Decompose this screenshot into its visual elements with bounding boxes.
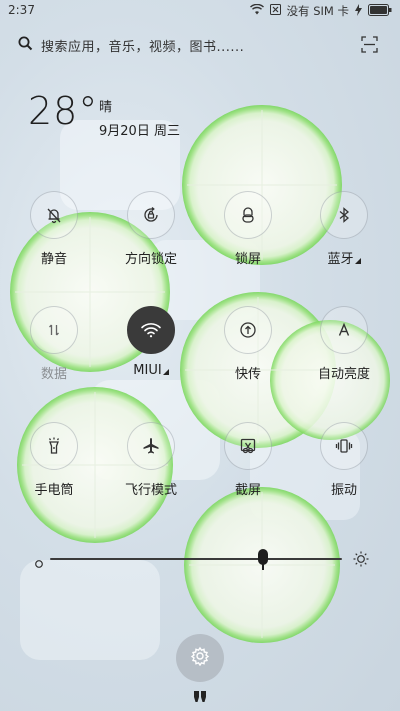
toggle-wifi[interactable]: MIUI (106, 306, 196, 378)
lock-icon (224, 191, 272, 239)
toggle-bluetooth[interactable]: 蓝牙 (299, 191, 389, 267)
toggle-label: 自动亮度 (317, 367, 370, 382)
bell-off-icon (30, 191, 78, 239)
share-upload-icon (224, 306, 272, 354)
gear-icon (190, 646, 210, 670)
weather-condition: 晴 (99, 100, 113, 115)
toggle-label: 截屏 (234, 483, 261, 498)
toggle-label: 静音 (40, 252, 67, 267)
rotation-lock-icon (127, 191, 175, 239)
toggle-label: MIUI (106, 363, 196, 378)
toggle-flashlight[interactable]: 手电筒 (9, 422, 99, 498)
toggle-lock-screen[interactable]: 锁屏 (203, 191, 293, 267)
scan-icon[interactable] (361, 36, 378, 57)
search-icon (18, 36, 33, 55)
wifi-status-icon (249, 3, 264, 18)
auto-brightness-icon (320, 306, 368, 354)
flashlight-icon (30, 422, 78, 470)
weather-date: 9月20日 周三 (99, 124, 180, 139)
expand-corner-icon (162, 369, 169, 375)
status-time: 2:37 (8, 3, 35, 17)
search-bar[interactable]: 搜索应用，音乐，视频，图书...... (18, 34, 382, 56)
toggle-auto-brightness[interactable]: 自动亮度 (299, 306, 389, 382)
brightness-track[interactable] (50, 558, 342, 560)
wifi-icon (127, 306, 175, 354)
toggle-airplane-mode[interactable]: 飞行模式 (106, 422, 196, 498)
airplane-icon (127, 422, 175, 470)
toggle-label: 飞行模式 (124, 483, 177, 498)
brightness-knob-stem (262, 563, 265, 570)
screenshot-scissors-icon (224, 422, 272, 470)
toggle-quick-share[interactable]: 快传 (203, 306, 293, 382)
toggle-mobile-data[interactable]: 数据 (9, 306, 99, 382)
toggle-screenshot[interactable]: 截屏 (203, 422, 293, 498)
toggle-label: 蓝牙 (299, 248, 389, 267)
temperature: 28° (28, 89, 99, 133)
toggle-label: 锁屏 (234, 252, 261, 267)
battery-icon (368, 3, 392, 19)
expand-corner-icon (354, 258, 361, 264)
settings-button[interactable] (176, 634, 224, 682)
toggle-label: 手电筒 (34, 483, 74, 498)
charging-bolt-icon (355, 3, 362, 19)
toggle-label: 数据 (40, 367, 67, 382)
search-input[interactable]: 搜索应用，音乐，视频，图书...... (41, 36, 244, 55)
no-sim-icon (269, 4, 281, 18)
brightness-low-icon (34, 554, 44, 573)
toggle-label: 方向锁定 (124, 252, 177, 267)
toggle-label: 振动 (330, 483, 357, 498)
toggle-rotation-lock[interactable]: 方向锁定 (106, 191, 196, 267)
drag-handle-icon[interactable] (193, 688, 207, 707)
status-bar: 2:37 没有 SIM 卡 (0, 0, 400, 22)
brightness-slider[interactable] (34, 548, 370, 570)
sim-status-text: 没有 SIM 卡 (286, 4, 349, 18)
brightness-high-icon (352, 550, 370, 572)
vibrate-icon (320, 422, 368, 470)
weather-widget[interactable]: 28° 晴 9月20日 周三 (28, 89, 180, 139)
toggle-vibrate[interactable]: 振动 (299, 422, 389, 498)
mobile-data-icon (30, 306, 78, 354)
toggle-silent[interactable]: 静音 (9, 191, 99, 267)
toggle-label: 快传 (234, 367, 261, 382)
bluetooth-icon (320, 191, 368, 239)
